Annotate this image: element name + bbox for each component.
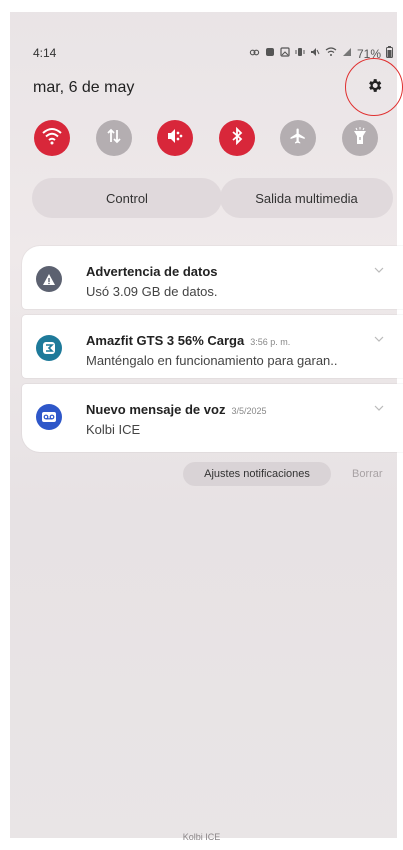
notification-body: Manténgalo en funcionamiento para garan.… <box>86 353 338 368</box>
gallery-icon <box>280 47 290 60</box>
app-notification-icon <box>265 47 275 60</box>
qs-wifi-button[interactable] <box>34 120 70 156</box>
chevron-down-icon[interactable] <box>373 402 385 414</box>
date-label: mar, 6 de may <box>33 79 135 96</box>
chevron-down-icon[interactable] <box>373 333 385 345</box>
mobile-data-icon <box>106 128 122 149</box>
notification-title: Nuevo mensaje de voz 3/5/2025 <box>86 402 267 417</box>
qs-bluetooth-button[interactable] <box>218 120 255 156</box>
sound-mute-icon <box>166 128 184 149</box>
notification-body: Usó 3.09 GB de datos. <box>86 284 218 299</box>
qs-sound-button[interactable] <box>157 120 194 156</box>
qs-airplane-button[interactable] <box>280 120 317 156</box>
media-output-button[interactable]: Salida multimedia <box>220 178 393 218</box>
carrier-label: Kolbi ICE <box>182 832 221 842</box>
qs-flashlight-button[interactable] <box>341 120 378 156</box>
wifi-status-icon <box>325 47 337 60</box>
device-control-button[interactable]: Control <box>32 178 222 218</box>
notification-time: 3:56 p. m. <box>250 337 291 347</box>
signal-icon <box>342 47 352 60</box>
notification-time: 3/5/2025 <box>231 406 267 416</box>
zepp-icon <box>36 335 62 361</box>
qs-mobile-data-button[interactable] <box>95 120 132 156</box>
wifi-icon <box>42 127 62 150</box>
status-bar: 4:14 71% <box>33 46 393 66</box>
flashlight-icon <box>353 126 367 150</box>
notification-title: Advertencia de datos <box>86 264 218 279</box>
warning-icon <box>36 266 62 292</box>
battery-icon <box>386 46 393 61</box>
chevron-down-icon[interactable] <box>373 264 385 276</box>
notification-voicemail[interactable]: Nuevo mensaje de voz 3/5/2025 Kolbi ICE <box>22 384 403 452</box>
screen-bezel-top <box>0 0 403 12</box>
notification-body: Kolbi ICE <box>86 422 141 437</box>
highlight-circle-annotation <box>345 58 403 116</box>
airplane-icon <box>289 127 307 150</box>
voicemail-icon <box>36 404 62 430</box>
screen-bezel-left <box>0 0 10 850</box>
link-icon <box>249 47 260 61</box>
notification-title: Amazfit GTS 3 56% Carga 3:56 p. m. <box>86 333 291 348</box>
clear-all-button[interactable]: Borrar <box>352 468 383 480</box>
vibrate-icon <box>295 47 305 60</box>
mute-icon <box>310 47 320 60</box>
notification-data-warning[interactable]: Advertencia de datos Usó 3.09 GB de dato… <box>22 246 403 309</box>
status-time: 4:14 <box>33 46 57 60</box>
quick-settings-row <box>34 120 378 166</box>
notification-settings-button[interactable]: Ajustes notificaciones <box>183 462 331 486</box>
bluetooth-icon <box>230 126 244 150</box>
notification-amazfit[interactable]: Amazfit GTS 3 56% Carga 3:56 p. m. Mantén… <box>22 315 403 378</box>
